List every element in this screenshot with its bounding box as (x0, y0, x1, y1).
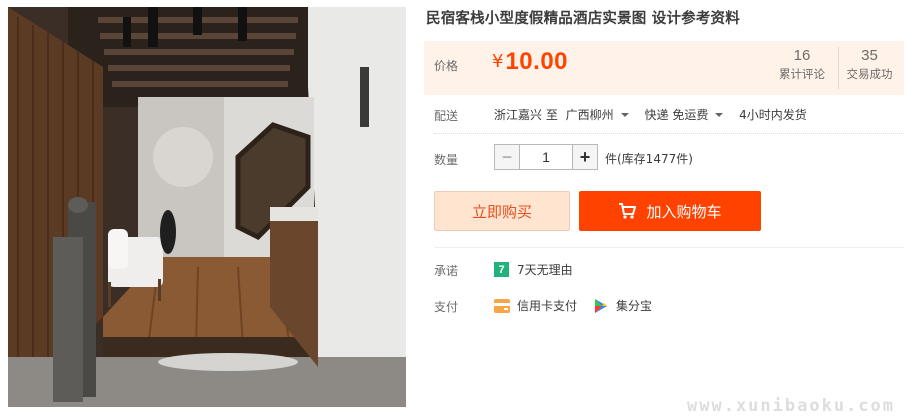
sales-count[interactable]: 35 交易成功 (838, 47, 900, 89)
chevron-down-icon (620, 113, 629, 117)
add-to-cart-button[interactable]: 加入购物车 (579, 191, 761, 231)
price-value: ¥10.00 (492, 48, 568, 76)
ship-to-select[interactable]: 广西柳州 (566, 108, 637, 122)
price-box: 价格 ¥10.00 16 累计评论 35 交易成功 (424, 41, 904, 95)
product-photo (8, 7, 406, 407)
quantity-label: 数量 (434, 153, 459, 167)
shipping-label: 配送 (434, 109, 459, 123)
review-count-number: 16 (793, 47, 811, 64)
jifenbao-payment[interactable]: 集分宝 (593, 297, 652, 314)
price-label: 价格 (434, 59, 459, 73)
product-info-panel: 民宿客栈小型度假精品酒店实景图 设计参考资料 价格 ¥10.00 16 累计评论… (424, 0, 904, 416)
quantity-increase-button[interactable]: + (572, 144, 598, 170)
cart-icon (619, 203, 637, 219)
chevron-down-icon (715, 113, 724, 117)
jifenbao-icon (595, 298, 608, 313)
divider (434, 247, 904, 248)
divider (434, 133, 904, 134)
payment-label: 支付 (434, 300, 459, 314)
quantity-decrease-button[interactable]: − (494, 144, 520, 170)
ship-method-text: 快递 免运费 (644, 108, 709, 122)
ship-dispatch-time: 4小时内发货 (739, 108, 807, 122)
ship-method-select[interactable]: 快递 免运费 (645, 108, 732, 122)
buy-now-button[interactable]: 立即购买 (434, 191, 570, 231)
review-count[interactable]: 16 累计评论 (771, 47, 833, 82)
shipping-row: 浙江嘉兴 至 广西柳州 快递 免运费 4小时内发货 (494, 106, 811, 123)
quantity-input[interactable]: 1 (520, 144, 572, 170)
ship-from: 浙江嘉兴 至 (494, 108, 558, 122)
seven-days-return-icon: 7 (494, 262, 509, 277)
product-title: 民宿客栈小型度假精品酒店实景图 设计参考资料 (426, 11, 740, 27)
quantity-stepper: − 1 + (494, 144, 598, 170)
promise-row[interactable]: 7 7天无理由 (494, 261, 573, 278)
promise-text: 7天无理由 (517, 263, 573, 277)
sales-count-label: 交易成功 (846, 67, 893, 81)
ship-to-text: 广西柳州 (565, 108, 614, 122)
payment-row: 信用卡支付 集分宝 (494, 297, 652, 314)
promise-label: 承诺 (434, 264, 459, 278)
currency-symbol: ¥ (492, 51, 504, 72)
credit-card-payment[interactable]: 信用卡支付 (494, 297, 577, 314)
stock-info: 件(库存1477件) (605, 152, 693, 166)
review-count-label: 累计评论 (779, 67, 825, 81)
add-to-cart-label: 加入购物车 (646, 202, 722, 221)
jifenbao-text: 集分宝 (616, 299, 653, 313)
sales-count-number: 35 (861, 47, 878, 64)
price-amount: 10.00 (505, 48, 569, 75)
watermark-text: www.xunibaoku.com (687, 396, 895, 416)
credit-card-text: 信用卡支付 (517, 299, 578, 313)
credit-card-icon (494, 298, 510, 313)
